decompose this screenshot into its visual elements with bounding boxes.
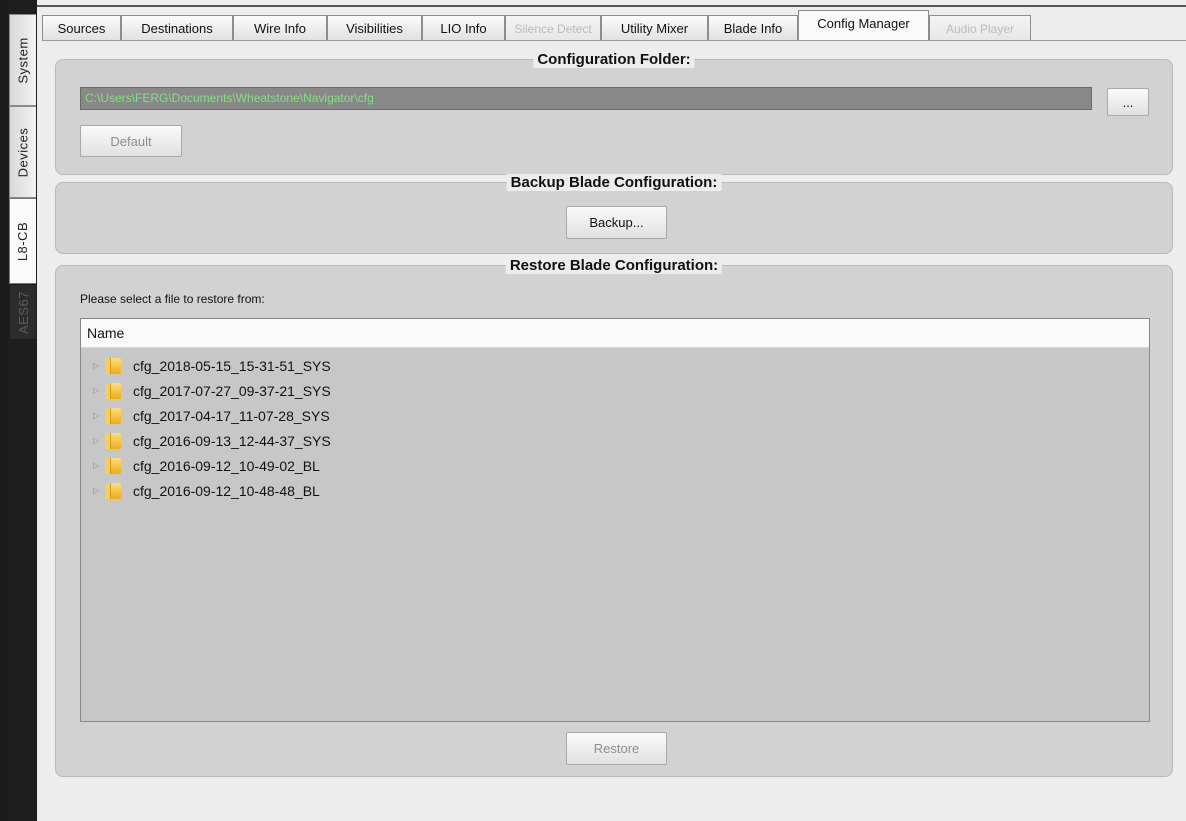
- tab-utility-mixer[interactable]: Utility Mixer: [601, 15, 708, 41]
- backup-group: Backup Blade Configuration: Backup...: [55, 174, 1173, 254]
- tab-visibilities[interactable]: Visibilities: [327, 15, 422, 41]
- name-column-header[interactable]: Name: [81, 319, 1149, 348]
- tree-item-label: cfg_2017-07-27_09-37-21_SYS: [133, 382, 331, 399]
- restore-title: Restore Blade Configuration:: [505, 257, 723, 274]
- expand-arrow-icon[interactable]: ▷: [93, 486, 105, 495]
- default-button[interactable]: Default: [80, 125, 182, 157]
- expand-arrow-icon[interactable]: ▷: [93, 461, 105, 470]
- vtab-label: L8-CB: [15, 221, 31, 261]
- restore-group: Restore Blade Configuration: Please sele…: [55, 257, 1173, 777]
- folder-icon: [105, 457, 121, 474]
- vtab-aes67[interactable]: AES67: [9, 284, 36, 340]
- tree-item-file[interactable]: ▷ cfg_2018-05-15_15-31-51_SYS: [81, 353, 1149, 378]
- restore-button[interactable]: Restore: [566, 732, 667, 765]
- browse-folder-button[interactable]: ...: [1107, 88, 1149, 116]
- folder-icon: [105, 382, 121, 399]
- tab-audio-player[interactable]: Audio Player: [929, 15, 1031, 41]
- tree-item-label: cfg_2016-09-12_10-49-02_BL: [133, 457, 320, 474]
- config-folder-path-field[interactable]: C:\Users\FERG\Documents\Wheatstone\Navig…: [80, 87, 1092, 110]
- tree-item-label: cfg_2016-09-13_12-44-37_SYS: [133, 432, 331, 449]
- tab-silence-detect[interactable]: Silence Detect: [505, 15, 601, 41]
- folder-icon: [105, 432, 121, 449]
- tree-item-file[interactable]: ▷ cfg_2016-09-13_12-44-37_SYS: [81, 428, 1149, 453]
- config-folder-group: Configuration Folder: C:\Users\FERG\Docu…: [55, 51, 1173, 175]
- tab-sources[interactable]: Sources: [42, 15, 121, 41]
- tree-item-label: cfg_2018-05-15_15-31-51_SYS: [133, 357, 331, 374]
- vtab-l8-cb[interactable]: L8-CB: [9, 198, 36, 284]
- config-folder-title: Configuration Folder:: [533, 51, 695, 68]
- tab-blade-info[interactable]: Blade Info: [708, 15, 798, 41]
- vtab-devices[interactable]: Devices: [9, 106, 36, 198]
- vtab-system[interactable]: System: [9, 14, 36, 106]
- expand-arrow-icon[interactable]: ▷: [93, 436, 105, 445]
- tree-item-file[interactable]: ▷ cfg_2016-09-12_10-48-48_BL: [81, 478, 1149, 503]
- expand-arrow-icon[interactable]: ▷: [93, 361, 105, 370]
- tree-item-label: cfg_2017-04-17_11-07-28_SYS: [133, 407, 330, 424]
- folder-icon: [105, 407, 121, 424]
- folder-icon: [105, 482, 121, 499]
- vtab-label: AES67: [15, 290, 31, 334]
- window-left-edge: [0, 0, 8, 821]
- tree-item-file[interactable]: ▷ cfg_2017-07-27_09-37-21_SYS: [81, 378, 1149, 403]
- restore-hint: Please select a file to restore from:: [80, 292, 265, 306]
- backup-button[interactable]: Backup...: [566, 206, 667, 239]
- expand-arrow-icon[interactable]: ▷: [93, 386, 105, 395]
- folder-icon: [105, 357, 121, 374]
- tab-destinations[interactable]: Destinations: [121, 15, 233, 41]
- restore-file-tree[interactable]: Name ▷ cfg_2018-05-15_15-31-51_SYS ▷ cfg…: [80, 318, 1150, 722]
- backup-title: Backup Blade Configuration:: [506, 174, 722, 191]
- device-tab-bar: System Devices L8-CB AES67: [8, 0, 37, 821]
- tab-wire-info[interactable]: Wire Info: [233, 15, 327, 41]
- tree-item-file[interactable]: ▷ cfg_2017-04-17_11-07-28_SYS: [81, 403, 1149, 428]
- tree-item-file[interactable]: ▷ cfg_2016-09-12_10-49-02_BL: [81, 453, 1149, 478]
- expand-arrow-icon[interactable]: ▷: [93, 411, 105, 420]
- vtab-label: Devices: [15, 127, 31, 177]
- vtab-label: System: [15, 36, 31, 84]
- tree-item-label: cfg_2016-09-12_10-48-48_BL: [133, 482, 320, 499]
- tab-panel-border: [42, 40, 1186, 41]
- tab-lio-info[interactable]: LIO Info: [422, 15, 505, 41]
- tab-config-manager[interactable]: Config Manager: [798, 10, 929, 41]
- window-top-edge: [37, 0, 1186, 8]
